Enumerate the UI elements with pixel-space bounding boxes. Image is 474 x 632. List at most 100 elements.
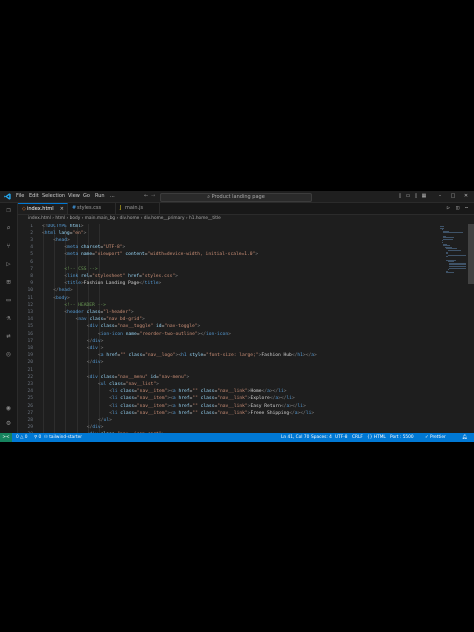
breadcrumb-item[interactable]: div.home bbox=[120, 216, 140, 221]
code-line[interactable]: 5 <meta name="viewport" content="width=de… bbox=[18, 251, 438, 258]
code-line[interactable]: 12 <!-- HEADER --> bbox=[18, 302, 438, 309]
vertical-scrollbar[interactable] bbox=[468, 224, 474, 433]
code-line[interactable]: 15 <div class="nav__toggle" id="nav-toggl… bbox=[18, 323, 438, 330]
scrollbar-thumb[interactable] bbox=[468, 224, 474, 284]
live-share-icon[interactable]: ⇄ bbox=[4, 332, 13, 341]
breadcrumb-item[interactable]: main.main_bg bbox=[85, 216, 115, 221]
menu-edit[interactable]: Edit bbox=[29, 193, 39, 199]
code-token: "stylesheet" bbox=[92, 273, 126, 279]
command-center[interactable]: ⌕ Product landing page bbox=[160, 193, 312, 202]
code-text: <div class="nav__menu" id="nav-menu"> bbox=[87, 374, 189, 381]
code-token: > bbox=[97, 345, 104, 351]
code-line[interactable]: 10 </head> bbox=[18, 287, 438, 294]
extensions-icon[interactable]: ⊞ bbox=[4, 278, 13, 287]
code-text: <li class="nav__item"><a href="" class="… bbox=[109, 395, 295, 402]
copilot-icon[interactable]: ◎ bbox=[4, 350, 13, 359]
code-editor[interactable]: 1 <!DOCTYPE html> 2 <html lang="en"> 3 <head>… bbox=[18, 224, 438, 433]
remote-explorer-icon[interactable]: ▭ bbox=[4, 296, 13, 305]
task-status[interactable]: ⚇ tailwind-starter bbox=[44, 433, 82, 442]
code-token: href bbox=[175, 403, 190, 409]
encoding[interactable]: UTF-8 bbox=[335, 433, 348, 442]
run-debug-icon[interactable]: ▷ bbox=[4, 260, 13, 269]
menu-more[interactable]: ... bbox=[110, 193, 115, 199]
nav-back-icon[interactable]: ← bbox=[144, 193, 148, 199]
code-line[interactable]: 4 <meta charset="UTF-8"> bbox=[18, 244, 438, 251]
command-center-label: Product landing page bbox=[211, 194, 265, 200]
customize-layout-icon[interactable]: ▦ bbox=[421, 193, 427, 199]
breadcrumb-item[interactable]: div.home__primary bbox=[144, 216, 185, 221]
code-line[interactable]: 22 <div class="nav__menu" id="nav-menu"> bbox=[18, 374, 438, 381]
code-line[interactable]: 19 <a href="" class="nav__logo"><h1 style… bbox=[18, 352, 438, 359]
tab-main-js[interactable]: Jmain.js bbox=[116, 203, 160, 214]
breadcrumb-item[interactable]: h1.home__title bbox=[189, 216, 221, 221]
menu-go[interactable]: Go bbox=[83, 193, 90, 199]
nav-forward-icon[interactable]: → bbox=[151, 193, 155, 199]
breadcrumb-item[interactable]: index.html bbox=[28, 216, 51, 221]
minimize-icon[interactable]: – bbox=[437, 193, 443, 199]
code-line[interactable]: 3 <head> bbox=[18, 237, 438, 244]
code-text: <link rel="stylesheet" href="styles.css"… bbox=[64, 273, 178, 280]
toggle-secondary-sidebar-icon[interactable]: ▯ bbox=[413, 193, 419, 199]
code-line[interactable]: 13 <header class="l-header"> bbox=[18, 309, 438, 316]
code-line[interactable]: 16 <ion-icon name="reorder-two-outline"><… bbox=[18, 331, 438, 338]
problems-count[interactable]: 0 △ 0 bbox=[16, 433, 28, 442]
testing-icon[interactable]: ⚗ bbox=[4, 314, 13, 323]
code-line[interactable]: 25 <li class="nav__item"><a href="" class… bbox=[18, 395, 438, 402]
tab-label: main.js bbox=[125, 205, 144, 211]
menu-file[interactable]: File bbox=[16, 193, 24, 199]
breadcrumb-item[interactable]: body bbox=[70, 216, 81, 221]
code-line[interactable]: 17 </div> bbox=[18, 338, 438, 345]
menu-view[interactable]: View bbox=[68, 193, 80, 199]
tab-index-html[interactable]: ◇index.html × bbox=[18, 203, 68, 214]
notifications-bell-icon[interactable]: 🔔︎ bbox=[462, 433, 467, 442]
minimap[interactable] bbox=[438, 224, 468, 433]
search-view-icon[interactable]: ⌕ bbox=[4, 224, 13, 233]
end-of-line[interactable]: CRLF bbox=[352, 433, 363, 442]
language-mode[interactable]: {} HTML bbox=[367, 433, 386, 442]
explorer-icon[interactable]: ❐ bbox=[4, 206, 13, 215]
breadcrumb-item[interactable]: html bbox=[55, 216, 65, 221]
code-line[interactable]: 20 </div> bbox=[18, 359, 438, 366]
code-line[interactable]: 11 <body> bbox=[18, 295, 438, 302]
toggle-sidebar-icon[interactable]: ▯ bbox=[397, 193, 403, 199]
code-line[interactable]: 21 bbox=[18, 367, 438, 374]
code-line[interactable]: 23 <ul class="nav__list"> bbox=[18, 381, 438, 388]
live-server-port[interactable]: Port : 5500 bbox=[390, 433, 414, 442]
line-number: 22 bbox=[27, 374, 33, 380]
code-line[interactable]: 29 </div> bbox=[18, 424, 438, 431]
code-line[interactable]: 8 <link rel="stylesheet" href="styles.css… bbox=[18, 273, 438, 280]
more-actions-icon[interactable]: ⋯ bbox=[465, 205, 468, 211]
close-tab-icon[interactable]: × bbox=[60, 204, 64, 215]
menu-selection[interactable]: Selection bbox=[42, 193, 65, 199]
code-line[interactable]: 2 <html lang="en"> bbox=[18, 230, 438, 237]
manage-gear-icon[interactable]: ⚙ bbox=[4, 419, 13, 428]
indentation[interactable]: Spaces: 4 bbox=[311, 433, 332, 442]
toggle-panel-icon[interactable]: ▭ bbox=[405, 193, 411, 199]
code-token: html bbox=[66, 224, 81, 229]
ports-count[interactable]: ⚲ 0 bbox=[34, 433, 41, 442]
tab-styles-css[interactable]: #styles.css bbox=[68, 203, 116, 214]
cursor-position[interactable]: Ln 41, Col 70 bbox=[281, 433, 309, 442]
maximize-icon[interactable]: □ bbox=[450, 193, 456, 199]
code-line[interactable]: 9 <title>Fashion Landing Page</title> bbox=[18, 280, 438, 287]
run-icon[interactable]: ▷ bbox=[447, 205, 450, 211]
code-line[interactable]: 26 <li class="nav__item"><a href="" class… bbox=[18, 403, 438, 410]
code-line[interactable]: 24 <li class="nav__item"><a href="" class… bbox=[18, 388, 438, 395]
code-token: ></ bbox=[269, 389, 279, 395]
code-line[interactable]: 28 </ul> bbox=[18, 417, 438, 424]
remote-indicator[interactable]: >< bbox=[0, 433, 12, 442]
code-token: content bbox=[122, 252, 145, 258]
code-line[interactable]: 27 <li class="nav__item"><a href="" class… bbox=[18, 410, 438, 417]
code-line[interactable]: 6 bbox=[18, 259, 438, 266]
code-line[interactable]: 18 <div > bbox=[18, 345, 438, 352]
code-token: Easy Return bbox=[250, 403, 281, 409]
source-control-icon[interactable]: ⑂ bbox=[4, 242, 13, 251]
code-line[interactable]: 14 <nav class="nav bd-grid"> bbox=[18, 316, 438, 323]
code-line[interactable]: 7 <!-- CSS --> bbox=[18, 266, 438, 273]
account-icon[interactable]: ◉ bbox=[4, 404, 13, 413]
close-window-icon[interactable]: ✕ bbox=[463, 193, 469, 199]
menu-run[interactable]: Run bbox=[95, 193, 105, 199]
prettier-status[interactable]: ✓ Prettier bbox=[425, 433, 446, 442]
code-token: rel bbox=[78, 273, 90, 279]
split-editor-icon[interactable]: ◫ bbox=[456, 205, 459, 211]
